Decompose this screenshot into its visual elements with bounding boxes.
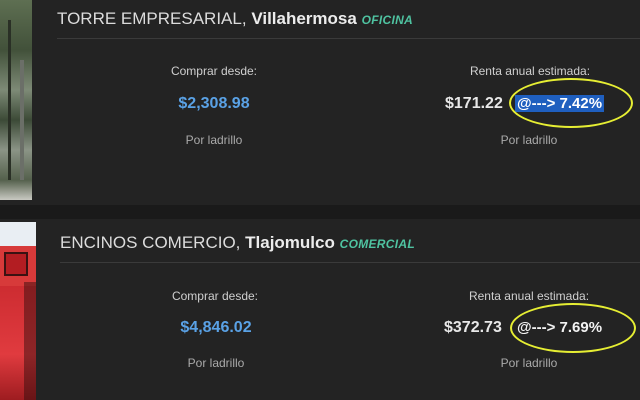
listing-title[interactable]: ENCINOS COMERCIO, Tlajomulco COMERCIAL (60, 233, 415, 253)
buy-label: Comprar desde: (170, 64, 258, 78)
rent-value: $372.73 (444, 319, 502, 336)
rent-unit: Por ladrillo (500, 356, 558, 370)
rent-unit: Por ladrillo (500, 133, 558, 147)
rent-label: Renta anual estimada: (469, 64, 591, 78)
listing-city: Villahermosa (251, 9, 357, 28)
buy-price: $2,308.98 (178, 95, 250, 112)
listing-thumbnail[interactable] (0, 222, 36, 400)
card-separator (0, 205, 640, 219)
listing-thumbnail[interactable] (0, 0, 32, 200)
rent-value: $171.22 (445, 95, 503, 112)
listing-name: TORRE EMPRESARIAL, (57, 9, 247, 28)
thumbnail-detail (8, 20, 11, 180)
thumbnail-detail (0, 222, 36, 246)
thumbnail-detail (4, 252, 28, 276)
buy-label: Comprar desde: (171, 289, 259, 303)
listing-category: COMERCIAL (339, 237, 415, 251)
annotation-ellipse (509, 78, 633, 128)
divider (60, 262, 640, 263)
buy-unit: Por ladrillo (185, 133, 243, 147)
buy-unit: Por ladrillo (187, 356, 245, 370)
listing-city: Tlajomulco (245, 233, 335, 252)
buy-price: $4,846.02 (180, 319, 252, 336)
thumbnail-detail (20, 60, 24, 180)
listing-name: ENCINOS COMERCIO, (60, 233, 241, 252)
listing-category: OFICINA (361, 13, 414, 27)
listings-page: TORRE EMPRESARIAL, Villahermosa OFICINA … (0, 0, 640, 400)
annotation-ellipse (510, 303, 636, 353)
rent-label: Renta anual estimada: (468, 289, 590, 303)
thumbnail-detail (24, 282, 36, 400)
listing-title[interactable]: TORRE EMPRESARIAL, Villahermosa OFICINA (57, 9, 413, 29)
divider (57, 38, 640, 39)
